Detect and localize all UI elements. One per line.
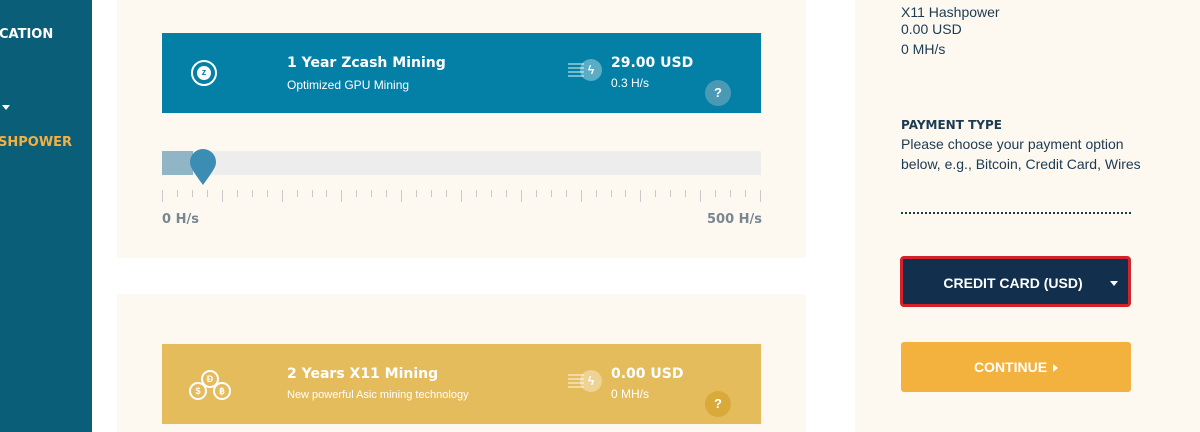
summary-price: 0.00 USD: [901, 21, 962, 37]
slider-tick: [341, 190, 342, 202]
slider-tick: [476, 190, 477, 197]
slider-tick: [371, 190, 372, 197]
slider-tick: [446, 190, 447, 197]
slider-tick: [177, 190, 178, 197]
payment-method-select[interactable]: CREDIT CARD (USD): [900, 256, 1131, 307]
slider-tick: [297, 190, 298, 197]
product-title: 1 Year Zcash Mining: [287, 55, 446, 71]
slider-tick: [536, 190, 537, 197]
payment-type-description: Please choose your payment option below,…: [901, 136, 1141, 172]
slider-tick: [670, 190, 671, 197]
divider: [901, 212, 1131, 214]
slider-tick: [611, 190, 612, 197]
payment-method-label: CREDIT CARD (USD): [943, 275, 1083, 291]
order-summary-panel: X11 Hashpower 0.00 USD 0 MH/s PAYMENT TY…: [855, 0, 1200, 432]
slider-max-label: 500 H/s: [707, 212, 763, 227]
slider-tick: [356, 190, 357, 197]
slider-tick: [745, 190, 746, 197]
continue-button[interactable]: CONTINUE: [901, 342, 1131, 392]
slider-tick: [282, 190, 283, 202]
slider-tick: [386, 190, 387, 197]
slider-tick: [760, 190, 761, 202]
slider-tick: [416, 190, 417, 197]
slider-tick: [252, 190, 253, 197]
chevron-down-icon[interactable]: [2, 105, 10, 110]
product-rate: 0 MH/s: [611, 387, 650, 401]
slider-tick: [312, 190, 313, 197]
product-banner-x11[interactable]: $ Đ ฿ 2 Years X11 Mining New powerful As…: [162, 344, 761, 424]
slider-tick: [566, 190, 567, 197]
slider-tick: [192, 190, 193, 197]
hashpower-slider[interactable]: [162, 149, 761, 185]
product-banner-zcash[interactable]: z 1 Year Zcash Mining Optimized GPU Mini…: [162, 33, 761, 113]
product-price: 29.00 USD: [611, 55, 694, 71]
product-subtitle: Optimized GPU Mining: [287, 78, 410, 92]
slider-tick: [401, 190, 402, 202]
continue-label: CONTINUE: [973, 359, 1048, 375]
slider-tick: [625, 190, 626, 197]
slider-tick: [326, 190, 327, 197]
sidebar-item-hashpower[interactable]: SHPOWER: [0, 135, 72, 150]
slider-tick: [267, 190, 268, 197]
slider-tick: [222, 190, 223, 202]
slider-tick: [596, 190, 597, 197]
slider-tick: [715, 190, 716, 197]
product-title: 2 Years X11 Mining: [287, 366, 439, 382]
slider-tick: [640, 190, 641, 202]
help-icon[interactable]: ?: [705, 80, 731, 106]
summary-rate: 0 MH/s: [901, 41, 946, 57]
product-subtitle: New powerful Asic mining technology: [287, 389, 469, 401]
slider-tick: [431, 190, 432, 197]
slider-tick: [162, 190, 163, 202]
slider-tick: [581, 190, 582, 202]
payment-type-heading: PAYMENT TYPE: [901, 118, 1002, 132]
slider-tick: [207, 190, 208, 197]
slider-tick: [491, 190, 492, 197]
slider-tick: [521, 190, 522, 202]
slider-tick: [461, 190, 462, 202]
product-rate: 0.3 H/s: [611, 76, 650, 90]
chevron-down-icon: [1110, 281, 1118, 286]
coins-icon: $ Đ ฿: [189, 368, 237, 404]
sidebar: CATION SHPOWER: [0, 0, 92, 432]
zcash-coin-icon: z: [191, 60, 217, 86]
slider-tick: [551, 190, 552, 197]
slider-min-label: 0 H/s: [162, 212, 199, 227]
slider-tick: [506, 190, 507, 197]
slider-tick: [655, 190, 656, 197]
slider-handle[interactable]: [189, 149, 217, 187]
lightning-icon: ϟ: [568, 58, 602, 84]
help-icon[interactable]: ?: [705, 391, 731, 417]
slider-tick: [730, 190, 731, 197]
slider-ticks: [162, 190, 761, 204]
lightning-icon: ϟ: [568, 369, 602, 395]
slider-tick: [237, 190, 238, 197]
slider-tick: [700, 190, 701, 202]
slider-tick: [685, 190, 686, 197]
product-price: 0.00 USD: [611, 366, 684, 382]
chevron-right-icon: [1053, 364, 1059, 373]
sidebar-item-application[interactable]: CATION: [0, 27, 53, 42]
